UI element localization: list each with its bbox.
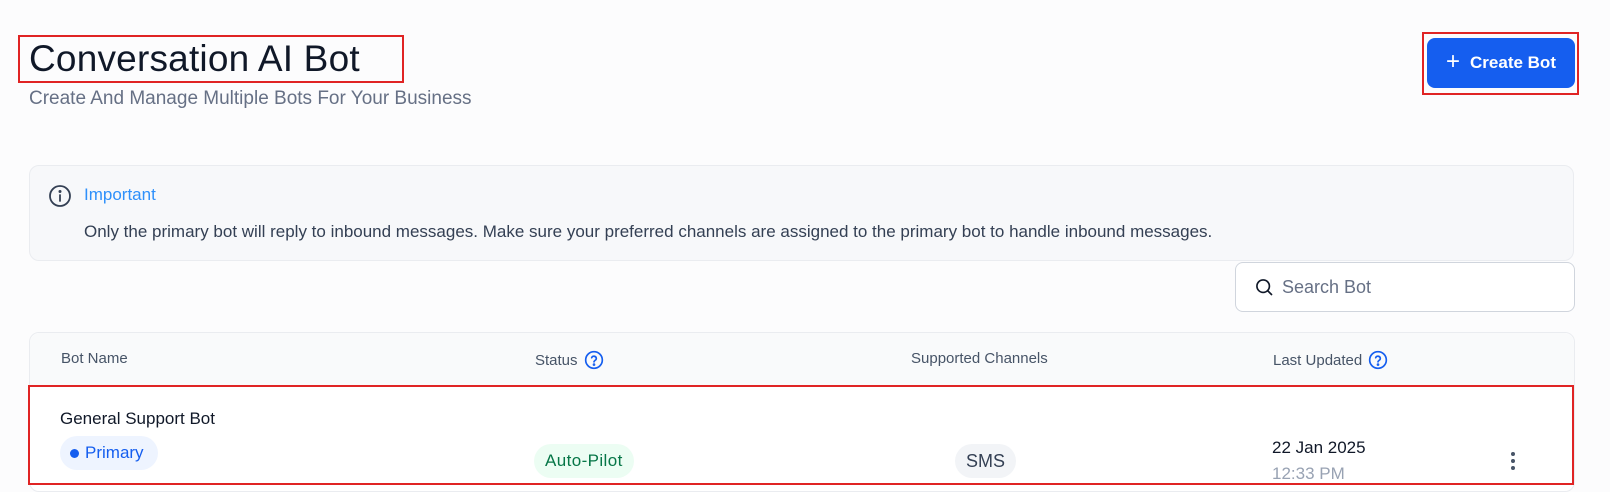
primary-dot-icon: [70, 448, 79, 458]
column-bot-name-label: Bot Name: [61, 350, 128, 367]
last-updated-time: 12:33 PM: [1272, 464, 1345, 483]
table-header: Bot Name Status Supported Channels Last …: [30, 333, 1574, 386]
notice-title: Important: [84, 185, 156, 204]
bot-name[interactable]: General Support Bot: [60, 409, 215, 429]
info-icon: [49, 185, 71, 207]
kebab-dot: [1511, 466, 1515, 470]
channel-badge: SMS: [955, 444, 1017, 478]
create-bot-label: Create Bot: [1470, 53, 1556, 72]
column-last-updated: Last Updated: [1273, 350, 1388, 370]
column-supported-channels: Supported Channels: [911, 350, 1048, 367]
status-badge: Auto-Pilot: [534, 444, 634, 478]
search-icon: [1256, 279, 1273, 296]
column-status: Status: [535, 350, 604, 370]
create-bot-button[interactable]: + Create Bot: [1427, 38, 1575, 88]
page-title: Conversation AI Bot: [29, 38, 360, 79]
column-status-label: Status: [535, 351, 578, 369]
help-icon[interactable]: [1368, 350, 1388, 370]
kebab-dot: [1511, 459, 1515, 463]
important-notice: Important Only the primary bot will repl…: [29, 165, 1574, 261]
search-input[interactable]: [1280, 275, 1564, 299]
plus-icon: +: [1446, 48, 1461, 75]
page-subtitle: Create And Manage Multiple Bots For Your…: [29, 88, 472, 109]
last-updated-date: 22 Jan 2025: [1272, 438, 1366, 457]
help-icon[interactable]: [584, 350, 604, 370]
notice-body: Only the primary bot will reply to inbou…: [84, 222, 1213, 241]
column-last-updated-label: Last Updated: [1273, 351, 1363, 369]
kebab-dot: [1511, 452, 1515, 456]
primary-badge-label: Primary: [85, 443, 144, 462]
search-box[interactable]: [1235, 262, 1575, 312]
more-options-icon[interactable]: [1505, 449, 1521, 473]
column-channels-label: Supported Channels: [911, 350, 1048, 367]
column-bot-name: Bot Name: [61, 350, 128, 367]
primary-badge: Primary: [60, 436, 158, 470]
